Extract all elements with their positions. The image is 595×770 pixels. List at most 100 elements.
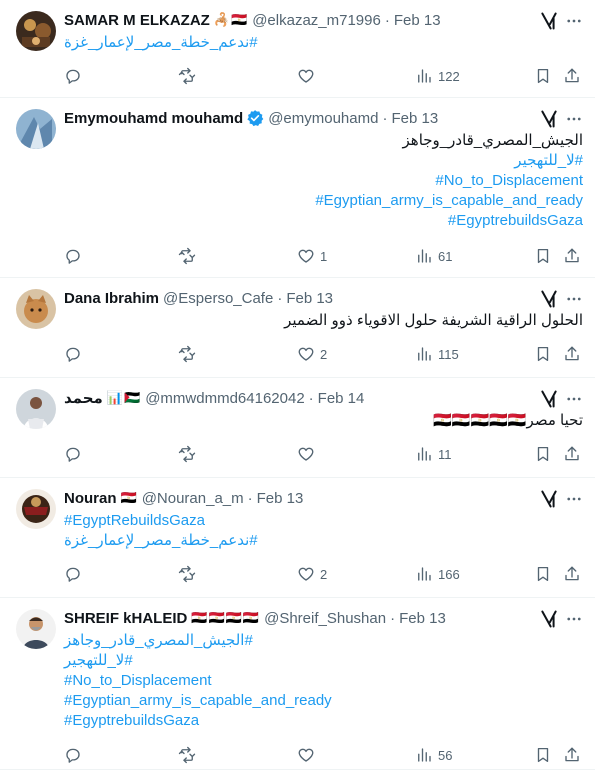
tweet-date[interactable]: Feb 13: [257, 490, 304, 507]
grok-button[interactable]: [539, 489, 559, 509]
share-button[interactable]: [563, 344, 581, 364]
author-name[interactable]: Dana Ibrahim: [64, 290, 159, 307]
like-button[interactable]: [297, 745, 320, 765]
hashtag-link[interactable]: #EgyptrebuildsGaza: [448, 212, 583, 229]
more-button[interactable]: [565, 390, 583, 408]
bookmark-button[interactable]: [534, 564, 552, 584]
tweet[interactable]: محمد 📊🇵🇸 @mmwdmmd64162042 · Feb 14 تحيا مصر🇪🇬…: [0, 378, 595, 478]
reply-button[interactable]: [64, 66, 87, 86]
like-button[interactable]: 2: [297, 344, 327, 364]
repost-button[interactable]: [178, 246, 201, 266]
hashtag-link[interactable]: #لا_للتهجير: [514, 152, 583, 169]
bookmark-button[interactable]: [534, 745, 552, 765]
share-icon: [565, 68, 579, 83]
avatar[interactable]: [16, 109, 56, 149]
author-handle[interactable]: @Esperso_Cafe: [163, 290, 273, 307]
hashtag-link[interactable]: #Egyptian_army_is_capable_and_ready: [315, 192, 583, 209]
tweet-date[interactable]: Feb 13: [391, 110, 438, 127]
share-button[interactable]: [563, 444, 581, 464]
tweet-line: #EgyptRebuildsGaza: [64, 511, 583, 531]
repost-icon: [178, 565, 196, 583]
hashtag-link[interactable]: #ندعم_خطة_مصر_لإعمار_غزة: [64, 532, 258, 549]
tweet-date[interactable]: Feb 13: [399, 610, 446, 627]
share-button[interactable]: [563, 745, 581, 765]
grok-button[interactable]: [539, 389, 559, 409]
share-button[interactable]: [563, 564, 581, 584]
repost-button[interactable]: [178, 444, 201, 464]
author-handle[interactable]: @Shreif_Shushan: [264, 610, 386, 627]
more-button[interactable]: [565, 110, 583, 128]
more-button[interactable]: [565, 610, 583, 628]
tweet[interactable]: Nouran 🇪🇬 @Nouran_a_m · Feb 13 #EgyptRebuilds…: [0, 478, 595, 598]
tweet-line: #الجيش_المصري_قادر_وجاهز: [64, 631, 583, 651]
hashtag-link[interactable]: #EgyptRebuildsGaza: [64, 512, 205, 529]
more-button[interactable]: [565, 12, 583, 30]
tweet-date[interactable]: Feb 13: [394, 12, 441, 29]
share-button[interactable]: [563, 66, 581, 86]
reply-icon: [66, 567, 80, 582]
tweet-date[interactable]: Feb 13: [286, 290, 333, 307]
tweet-text: الجيش_المصري_قادر_وجاهز #لا_للتهجير #No_to…: [64, 131, 583, 231]
tweet[interactable]: SHREIF kHALEID 🇪🇬🇪🇬🇪🇬🇪🇬 @Shreif_Shushan · Fe…: [0, 598, 595, 770]
grok-button[interactable]: [539, 289, 559, 309]
tweet-header: SHREIF kHALEID 🇪🇬🇪🇬🇪🇬🇪🇬 @Shreif_Shushan · Fe…: [64, 608, 446, 628]
author-handle[interactable]: @mmwdmmd64162042: [145, 390, 304, 407]
author-name[interactable]: SAMAR M ELKAZAZ: [64, 12, 210, 29]
grok-icon: [541, 490, 557, 508]
avatar[interactable]: [16, 489, 56, 529]
avatar[interactable]: [16, 11, 56, 51]
tweet[interactable]: Emymouhamd mouhamd @emymouhamd · Feb 13 الجي…: [0, 98, 595, 278]
repost-button[interactable]: [178, 344, 201, 364]
avatar[interactable]: [16, 389, 56, 429]
avatar[interactable]: [16, 609, 56, 649]
author-handle[interactable]: @elkazaz_m71996: [252, 12, 381, 29]
bookmark-button[interactable]: [534, 444, 552, 464]
reply-button[interactable]: [64, 246, 87, 266]
like-button[interactable]: [297, 444, 320, 464]
author-name[interactable]: Emymouhamd mouhamd: [64, 110, 243, 127]
views-button[interactable]: 166: [415, 564, 460, 584]
views-button[interactable]: 122: [415, 66, 460, 86]
avatar[interactable]: [16, 289, 56, 329]
like-button[interactable]: 2: [297, 564, 327, 584]
reply-button[interactable]: [64, 344, 87, 364]
hashtag-link[interactable]: #الجيش_المصري_قادر_وجاهز: [64, 632, 253, 649]
like-button[interactable]: [297, 66, 320, 86]
views-button[interactable]: 56: [415, 745, 452, 765]
views-button[interactable]: 61: [415, 246, 452, 266]
more-button[interactable]: [565, 290, 583, 308]
repost-button[interactable]: [178, 745, 201, 765]
grok-button[interactable]: [539, 109, 559, 129]
repost-button[interactable]: [178, 66, 201, 86]
hashtag-link[interactable]: #لا_للتهجير: [64, 652, 133, 669]
reply-button[interactable]: [64, 564, 87, 584]
reply-button[interactable]: [64, 444, 87, 464]
hashtag-link[interactable]: #ندعم_خطة_مصر_لإعمار_غزة: [64, 34, 258, 51]
bookmark-button[interactable]: [534, 246, 552, 266]
grok-button[interactable]: [539, 11, 559, 31]
like-button[interactable]: 1: [297, 246, 327, 266]
author-name[interactable]: Nouran: [64, 490, 117, 507]
repost-button[interactable]: [178, 564, 201, 584]
author-name[interactable]: محمد: [64, 389, 103, 407]
views-icon: [418, 748, 431, 762]
hashtag-link[interactable]: #EgyptrebuildsGaza: [64, 712, 199, 729]
bookmark-button[interactable]: [534, 344, 552, 364]
tweet-date[interactable]: Feb 14: [318, 390, 365, 407]
author-name[interactable]: SHREIF kHALEID: [64, 610, 187, 627]
tweet[interactable]: SAMAR M ELKAZAZ 🦂🇪🇬 @elkazaz_m71996 · Feb 13…: [0, 0, 595, 98]
tweet-line: الجيش_المصري_قادر_وجاهز: [64, 131, 583, 151]
hashtag-link[interactable]: #Egyptian_army_is_capable_and_ready: [64, 692, 332, 709]
more-button[interactable]: [565, 490, 583, 508]
views-button[interactable]: 11: [415, 444, 452, 464]
views-button[interactable]: 115: [415, 344, 459, 364]
author-handle[interactable]: @emymouhamd: [268, 110, 378, 127]
reply-button[interactable]: [64, 745, 87, 765]
hashtag-link[interactable]: #No_to_Displacement: [435, 172, 583, 189]
bookmark-button[interactable]: [534, 66, 552, 86]
grok-button[interactable]: [539, 609, 559, 629]
share-button[interactable]: [563, 246, 581, 266]
hashtag-link[interactable]: #No_to_Displacement: [64, 672, 212, 689]
tweet[interactable]: Dana Ibrahim @Esperso_Cafe · Feb 13 الحلول ا…: [0, 278, 595, 378]
author-handle[interactable]: @Nouran_a_m: [142, 490, 244, 507]
